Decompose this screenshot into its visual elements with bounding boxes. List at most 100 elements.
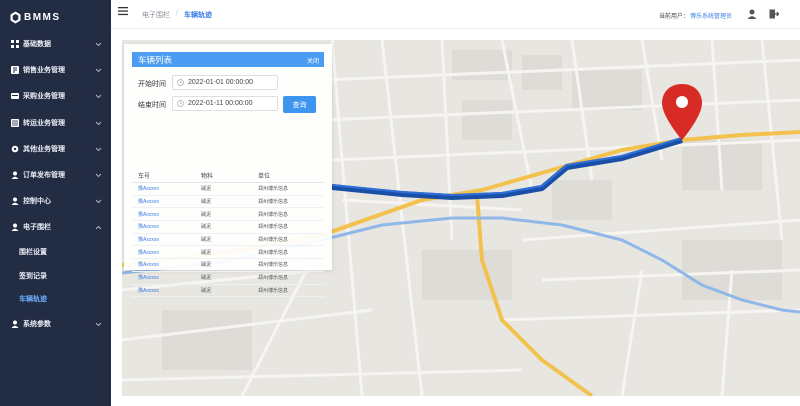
chevron-down-icon: [95, 322, 102, 327]
sidebar-subitem-label: 签到记录: [19, 272, 47, 280]
chevron-down-icon: [95, 173, 102, 178]
chevron-down-icon: [95, 121, 102, 125]
cell-material: 碱泥: [201, 199, 212, 206]
top-header: 电子围栏 / 车辆轨迹 当前用户： 博乐系统管理员: [111, 0, 800, 29]
end-time-input[interactable]: 2022-01-11 00:00:00: [172, 96, 278, 111]
table-row[interactable]: 豫Axxxxx 碱泥 郑州博乐信息: [132, 208, 324, 222]
cell-plate[interactable]: 豫Axxxxx: [132, 223, 195, 230]
transport-icon: [11, 118, 19, 127]
sales-icon: [11, 66, 19, 75]
sidebar-item-control-center[interactable]: 控制中心: [0, 188, 111, 214]
cell-plate[interactable]: 豫Axxxxx: [132, 274, 195, 281]
table-header: 车号 物料 单位: [132, 169, 324, 183]
cell-plate[interactable]: 豫Axxxxx: [132, 236, 195, 243]
chevron-up-icon: [95, 226, 102, 230]
panel-header: 车辆列表 关闭: [132, 52, 324, 67]
cell-material: 碱泥: [201, 262, 212, 269]
cell-material: 碱泥: [201, 275, 212, 282]
cell-material: 碱泥: [201, 211, 212, 218]
sidebar-item-transport[interactable]: 转运业务管理: [0, 110, 111, 136]
start-time-input[interactable]: 2022-01-01 00:00:00: [172, 75, 278, 90]
breadcrumb-separator: /: [176, 10, 178, 17]
panel-close-button[interactable]: 关闭: [307, 56, 319, 65]
clock-icon: [177, 100, 184, 107]
cell-plate[interactable]: 豫Axxxxx: [132, 287, 195, 294]
sidebar-nav: 基础数据 销售业务管理 采购业务管理 转运业务管理 其他业务管理 订单发布管理 …: [0, 31, 111, 337]
sidebar-subitem-vehicle-track[interactable]: 车辆轨迹: [0, 288, 111, 312]
table-row[interactable]: 豫Axxxxx 碱泥 郑州博乐信息: [132, 259, 324, 272]
sidebar-item-label: 订单发布管理: [23, 172, 65, 180]
user-icon: [11, 171, 19, 180]
column-header-plate: 车号: [138, 174, 151, 180]
user-profile-icon[interactable]: [747, 9, 757, 19]
cell-plate[interactable]: 豫Axxxxx: [132, 211, 195, 218]
sidebar-item-system-params[interactable]: 系统参数: [0, 311, 111, 337]
column-header-unit: 单位: [258, 174, 271, 180]
logo: BMMS: [10, 9, 61, 25]
column-header-material: 物料: [201, 174, 214, 180]
clock-icon: [177, 79, 184, 86]
logout-icon[interactable]: [769, 9, 779, 19]
breadcrumb-item[interactable]: 电子围栏: [142, 10, 170, 20]
logo-icon: [10, 11, 21, 23]
query-button[interactable]: 查询: [283, 96, 316, 113]
table-row[interactable]: 豫Axxxxx 碱泥 郑州博乐信息: [132, 246, 324, 260]
cell-plate[interactable]: 豫Axxxxx: [132, 185, 195, 192]
settings-icon: [11, 145, 19, 153]
sidebar-subitem-label: 围栏设置: [19, 249, 47, 257]
cell-material: 碱泥: [201, 237, 212, 244]
sidebar: BMMS 基础数据 销售业务管理 采购业务管理 转运业务管理 其他业务管理 订单…: [0, 0, 111, 406]
table-row[interactable]: 豫Axxxxx 碱泥 郑州博乐信息: [132, 196, 324, 209]
cell-unit: 郑州博乐信息: [258, 199, 289, 206]
hamburger-menu-icon[interactable]: [118, 6, 128, 16]
sidebar-subitem-label: 车辆轨迹: [19, 296, 47, 304]
sidebar-item-label: 系统参数: [23, 321, 51, 329]
cell-unit: 郑州博乐信息: [258, 249, 289, 256]
sidebar-item-basic-data[interactable]: 基础数据: [0, 31, 111, 57]
cell-material: 碱泥: [201, 249, 212, 256]
sidebar-item-order-publish[interactable]: 订单发布管理: [0, 162, 111, 188]
cell-unit: 郑州博乐信息: [258, 275, 289, 282]
cell-material: 碱泥: [201, 186, 212, 193]
current-user-label: 当前用户：: [659, 14, 690, 20]
sidebar-item-label: 其他业务管理: [23, 145, 65, 153]
cell-plate[interactable]: 豫Axxxxx: [132, 249, 195, 256]
cell-plate[interactable]: 豫Axxxxx: [132, 198, 195, 205]
table-row[interactable]: 豫Axxxxx 碱泥 郑州博乐信息: [132, 285, 324, 298]
sidebar-item-other[interactable]: 其他业务管理: [0, 136, 111, 162]
table-row[interactable]: 豫Axxxxx 碱泥 郑州博乐信息: [132, 183, 324, 196]
sidebar-item-label: 电子围栏: [23, 224, 51, 232]
sidebar-subitem-checkin-records[interactable]: 签到记录: [0, 264, 111, 288]
breadcrumb-current: 车辆轨迹: [183, 12, 212, 19]
cell-unit: 郑州博乐信息: [258, 287, 289, 294]
user-icon: [11, 223, 19, 232]
cell-plate[interactable]: 豫Axxxxx: [132, 261, 195, 268]
cell-unit: 郑州博乐信息: [258, 186, 289, 193]
user-icon: [11, 320, 19, 329]
end-time-value: 2022-01-11 00:00:00: [188, 100, 253, 107]
panel-title: 车辆列表: [138, 55, 173, 65]
sidebar-subitem-fence-settings[interactable]: 围栏设置: [0, 241, 111, 265]
chevron-down-icon: [95, 199, 102, 204]
sidebar-item-geofence[interactable]: 电子围栏: [0, 214, 111, 240]
chevron-down-icon: [95, 68, 102, 73]
cell-unit: 郑州博乐信息: [258, 211, 289, 218]
sidebar-item-label: 基础数据: [23, 41, 51, 49]
table-row[interactable]: 豫Axxxxx 碱泥 郑州博乐信息: [132, 221, 324, 234]
breadcrumb: 电子围栏 / 车辆轨迹: [142, 10, 212, 20]
table-row[interactable]: 豫Axxxxx 碱泥 郑州博乐信息: [132, 272, 324, 285]
end-time-label: 结束时间: [138, 102, 166, 109]
logo-text: BMMS: [24, 11, 61, 23]
start-time-value: 2022-01-01 00:00:00: [188, 79, 253, 86]
table-row[interactable]: 豫Axxxxx 碱泥 郑州博乐信息: [132, 234, 324, 247]
cell-unit: 郑州博乐信息: [258, 224, 289, 231]
sidebar-item-purchase[interactable]: 采购业务管理: [0, 83, 111, 109]
current-user-name[interactable]: 博乐系统管理员: [690, 11, 732, 20]
vehicle-list-panel: 车辆列表 关闭 开始时间 2022-01-01 00:00:00 结束时间 20…: [124, 44, 332, 298]
sidebar-item-sales[interactable]: 销售业务管理: [0, 57, 111, 83]
sidebar-item-label: 销售业务管理: [23, 67, 65, 75]
chevron-down-icon: [95, 42, 102, 47]
cell-material: 碱泥: [201, 287, 212, 294]
chevron-down-icon: [95, 95, 102, 99]
purchase-icon: [11, 93, 19, 100]
